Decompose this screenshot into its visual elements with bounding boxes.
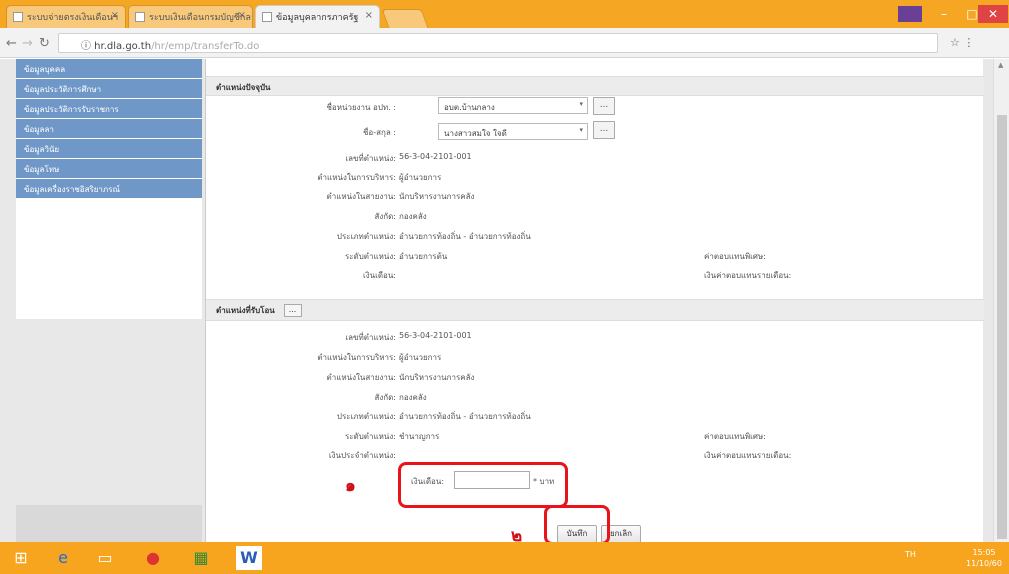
affiliation-label: สังกัด: <box>374 212 396 221</box>
scroll-up-icon[interactable]: ▲ <box>998 61 1003 69</box>
new-line-position-value: นักบริหารงานการคลัง <box>399 373 475 382</box>
name-lookup-button[interactable]: ... <box>593 121 615 139</box>
address-bar: ← → ↻ ⓘ hr.dla.go.th/hr/emp/transferTo.d… <box>0 28 1009 58</box>
new-position-type-value: อำนวยการท้องถิ่น - อำนวยการท้องถิ่น <box>399 412 531 421</box>
tab-title: ข้อมูลบุคลากรภาครัฐ <box>276 13 359 23</box>
sidebar-item-penalty[interactable]: ข้อมูลโทษ <box>16 159 202 179</box>
position-type-value: อำนวยการท้องถิ่น - อำนวยการท้องถิ่น <box>399 232 531 241</box>
chevron-down-icon: ▾ <box>579 100 583 108</box>
clock-time: 15:05 <box>972 548 996 557</box>
admin-position-label: ตำแหน่งในการบริหาร: <box>317 173 396 182</box>
internet-explorer-icon[interactable]: e <box>50 546 76 570</box>
admin-position-value: ผู้อำนวยการ <box>399 173 442 182</box>
page-icon <box>262 12 272 22</box>
minimize-button[interactable]: – <box>930 5 958 23</box>
sidebar-menu: ข้อมูลบุคคล ข้อมูลประวัติการศึกษา ข้อมูล… <box>16 59 202 319</box>
new-position-level-label: ระดับตำแหน่ง: <box>344 432 396 441</box>
close-icon[interactable]: × <box>238 10 246 21</box>
vertical-scrollbar[interactable]: ▲ <box>993 59 1009 542</box>
user-profile-icon[interactable] <box>898 6 922 22</box>
org-lookup-button[interactable]: ... <box>593 97 615 115</box>
page-icon <box>13 12 23 22</box>
reload-icon[interactable]: ↻ <box>39 36 50 51</box>
affiliation-value: กองคลัง <box>399 212 427 221</box>
system-clock[interactable]: 15:05 11/10/60 <box>963 547 1005 569</box>
monthly-compensation-label: เงินค่าตอบแทนรายเดือน: <box>704 271 792 280</box>
org-value: อบต.บ้านกลาง <box>444 103 495 112</box>
page-icon <box>135 12 145 22</box>
position-type-label: ประเภทตำแหน่ง: <box>336 232 396 241</box>
browser-title-bar: ระบบจ่ายตรงเงินเดือนฯ × ระบบเงินเดือนกรม… <box>0 0 1009 28</box>
url-path: /hr/emp/transferTo.do <box>151 41 260 52</box>
new-special-pay-label: ค่าตอบแทนพิเศษ: <box>704 432 766 441</box>
name-select[interactable]: นางสาวสมใจ ใจดี ▾ <box>438 123 588 140</box>
line-position-value: นักบริหารงานการคลัง <box>399 192 475 201</box>
sidebar-item-service-history[interactable]: ข้อมูลประวัติการรับราชการ <box>16 99 202 119</box>
forward-icon[interactable]: → <box>22 36 33 51</box>
sidebar-item-leave[interactable]: ข้อมูลลา <box>16 119 202 139</box>
bookmark-star-icon[interactable]: ☆ ⋮ <box>950 36 974 49</box>
chrome-icon[interactable]: ● <box>140 546 166 570</box>
position-no-value: 56-3-04-2101-001 <box>399 152 472 161</box>
taskbar: ⊞ e ▭ ● ▦ W TH 15:05 11/10/60 <box>0 542 1009 574</box>
back-icon[interactable]: ← <box>6 36 17 51</box>
position-lookup-button[interactable]: ... <box>283 304 302 317</box>
tab-title: ระบบจ่ายตรงเงินเดือนฯ <box>27 13 118 23</box>
new-monthly-compensation-label: เงินค่าตอบแทนรายเดือน: <box>704 451 792 460</box>
position-level-label: ระดับตำแหน่ง: <box>344 252 396 261</box>
new-affiliation-label: สังกัด: <box>374 393 396 402</box>
line-position-label: ตำแหน่งในสายงาน: <box>326 192 397 201</box>
section-title: ตำแหน่งปัจจุบัน <box>216 83 271 92</box>
url-input[interactable]: ⓘ hr.dla.go.th/hr/emp/transferTo.do <box>58 33 938 53</box>
close-icon[interactable]: × <box>365 10 373 21</box>
org-select[interactable]: อบต.บ้านกลาง ▾ <box>438 97 588 114</box>
sidebar: ข้อมูลบุคคล ข้อมูลประวัติการศึกษา ข้อมูล… <box>16 59 202 542</box>
new-admin-position-label: ตำแหน่งในการบริหาร: <box>317 353 396 362</box>
name-value: นางสาวสมใจ ใจดี <box>444 129 507 138</box>
sidebar-footer <box>16 505 202 542</box>
new-position-level-value: ชำนาญการ <box>399 432 440 441</box>
browser-tab-3[interactable]: ข้อมูลบุคลากรภาครัฐ × <box>255 5 380 28</box>
close-window-button[interactable]: ✕ <box>978 5 1008 23</box>
browser-tab-2[interactable]: ระบบเงินเดือนกรมบัญชีกลาง × <box>128 5 253 28</box>
annotation-box-step1 <box>398 462 568 508</box>
current-position-header: ตำแหน่งปัจจุบัน <box>206 76 984 96</box>
annotation-box-step2 <box>544 505 610 545</box>
position-no-label: เลขที่ตำแหน่ง: <box>345 154 396 163</box>
sidebar-item-personal[interactable]: ข้อมูลบุคคล <box>16 59 202 79</box>
windows-start-icon[interactable]: ⊞ <box>8 546 34 570</box>
annotation-number-step1: ๑ <box>345 476 356 496</box>
file-explorer-icon[interactable]: ▭ <box>92 546 118 570</box>
new-line-position-label: ตำแหน่งในสายงาน: <box>326 373 397 382</box>
name-label: ชื่อ-สกุล : <box>363 128 396 137</box>
position-allowance-label: เงินประจำตำแหน่ง: <box>328 451 396 460</box>
chevron-down-icon: ▾ <box>579 126 583 134</box>
clock-date: 11/10/60 <box>966 559 1002 568</box>
section-title: ตำแหน่งที่รับโอน <box>216 306 275 315</box>
special-pay-label: ค่าตอบแทนพิเศษ: <box>704 252 766 261</box>
new-position-no-label: เลขที่ตำแหน่ง: <box>345 333 396 342</box>
sidebar-item-education[interactable]: ข้อมูลประวัติการศึกษา <box>16 79 202 99</box>
sidebar-item-decorations[interactable]: ข้อมูลเครื่องราชอิสริยาภรณ์ <box>16 179 202 199</box>
new-position-no-value: 56-3-04-2101-001 <box>399 331 472 340</box>
sidebar-item-discipline[interactable]: ข้อมูลวินัย <box>16 139 202 159</box>
org-label: ชื่อหน่วยงาน อปท. : <box>326 103 396 112</box>
scrollbar-thumb[interactable] <box>997 115 1007 539</box>
close-icon[interactable]: × <box>111 10 119 21</box>
salary-label: เงินเดือน: <box>362 271 396 280</box>
new-affiliation-value: กองคลัง <box>399 393 427 402</box>
url-host: ⓘ hr.dla.go.th <box>81 41 152 52</box>
transfer-position-header: ตำแหน่งที่รับโอน ... <box>206 299 984 321</box>
new-admin-position-value: ผู้อำนวยการ <box>399 353 442 362</box>
word-icon[interactable]: W <box>236 546 262 570</box>
position-level-value: อำนวยการต้น <box>399 252 448 261</box>
browser-tab-1[interactable]: ระบบจ่ายตรงเงินเดือนฯ × <box>6 5 126 28</box>
excel-icon[interactable]: ▦ <box>188 546 214 570</box>
new-position-type-label: ประเภทตำแหน่ง: <box>336 412 396 421</box>
system-tray-language[interactable]: TH <box>905 550 916 559</box>
new-tab-button[interactable] <box>381 9 429 28</box>
main-panel: ตำแหน่งปัจจุบัน ชื่อหน่วยงาน อปท. : อบต.… <box>205 59 984 542</box>
